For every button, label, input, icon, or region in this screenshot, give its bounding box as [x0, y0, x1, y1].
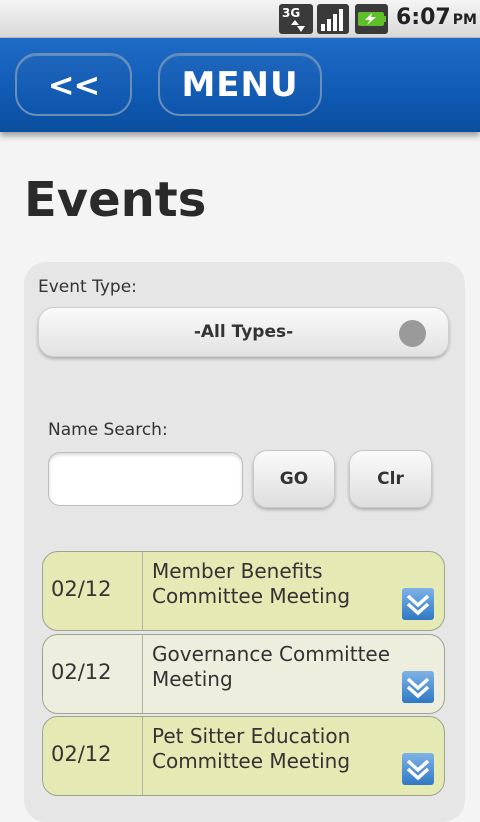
- expand-chevron-icon[interactable]: [402, 753, 434, 785]
- event-row[interactable]: 02/12 Pet Sitter Education Committee Mee…: [42, 716, 445, 796]
- app-header: << MENU: [0, 38, 480, 132]
- event-date: 02/12: [51, 660, 112, 684]
- menu-button[interactable]: MENU: [158, 53, 322, 116]
- event-row[interactable]: 02/12 Governance Committee Meeting: [42, 634, 445, 714]
- go-button[interactable]: GO: [253, 450, 335, 508]
- event-type-value: -All Types-: [193, 322, 294, 342]
- event-divider: [142, 552, 143, 630]
- clock-ampm: PM: [452, 12, 477, 28]
- clock-time: 6:07: [396, 5, 451, 30]
- name-search-label: Name Search:: [48, 420, 168, 440]
- expand-chevron-icon[interactable]: [402, 671, 434, 703]
- 3g-data-icon: 3G: [279, 4, 313, 34]
- event-title: Member Benefits Committee Meeting: [152, 559, 351, 608]
- event-divider: [142, 635, 143, 713]
- clear-button[interactable]: Clr: [349, 450, 432, 508]
- clock: 6:07 PM: [396, 5, 477, 30]
- status-bar: 3G 6:07 PM: [0, 0, 480, 38]
- battery-charging-icon: [355, 4, 388, 34]
- back-button[interactable]: <<: [15, 53, 132, 116]
- event-title: Pet Sitter Education Committee Meeting: [152, 724, 351, 773]
- event-type-select[interactable]: -All Types-: [38, 307, 449, 357]
- expand-chevron-icon[interactable]: [402, 588, 434, 620]
- event-type-label: Event Type:: [38, 277, 137, 297]
- dropdown-indicator-icon: [399, 320, 426, 347]
- network-type-label: 3G: [282, 6, 300, 20]
- signal-icon: [317, 4, 349, 34]
- event-divider: [142, 717, 143, 795]
- events-panel: Event Type: -All Types- Name Search: GO …: [24, 262, 465, 822]
- event-row[interactable]: 02/12 Member Benefits Committee Meeting: [42, 551, 445, 631]
- event-date: 02/12: [51, 742, 112, 766]
- page-title: Events: [24, 172, 207, 228]
- event-date: 02/12: [51, 577, 112, 601]
- event-title: Governance Committee Meeting: [152, 642, 391, 691]
- name-search-input[interactable]: [48, 452, 243, 506]
